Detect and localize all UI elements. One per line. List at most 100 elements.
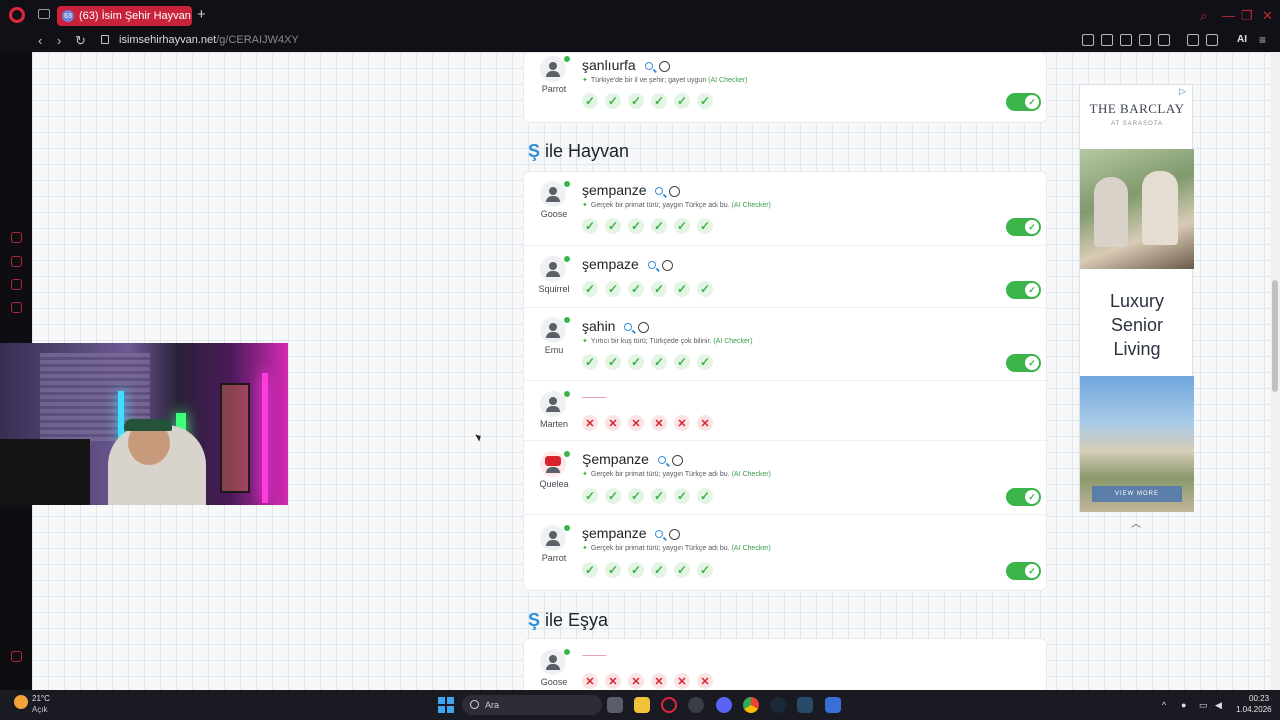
search-icon[interactable] — [655, 530, 664, 539]
answer-text: şahin — [582, 318, 616, 334]
answer-word: Şempanze — [582, 451, 683, 467]
vote-approve-icon: ✓ — [697, 488, 713, 504]
vote-approve-icon: ✓ — [628, 93, 644, 109]
vote-reject-icon: ✕ — [605, 415, 621, 431]
online-indicator — [564, 317, 570, 323]
sidebar-messenger-icon[interactable] — [11, 279, 22, 290]
minimize-icon[interactable]: — — [1222, 8, 1235, 23]
search-icon[interactable]: ⌕ — [1200, 8, 1207, 24]
answer-word: şanlıurfa — [582, 57, 670, 73]
app-icon[interactable] — [825, 697, 841, 713]
microphone-icon[interactable]: ● — [1181, 700, 1186, 710]
ad-cta-button[interactable]: VIEW MORE — [1092, 486, 1182, 502]
emoji-react-icon[interactable] — [658, 60, 670, 72]
discord-icon[interactable] — [716, 697, 732, 713]
url-field[interactable]: isimsehirhayvan.net/g/CERAIJW4XY — [119, 34, 299, 46]
volume-icon[interactable]: ◀ — [1215, 700, 1222, 711]
network-icon[interactable]: ▭ — [1199, 700, 1208, 711]
vote-approve-icon: ✓ — [674, 354, 690, 370]
profile-icon[interactable] — [1187, 34, 1199, 46]
scrollbar-thumb[interactable] — [1272, 280, 1278, 392]
browser-tab-active[interactable]: 63 (63) İsim Şehir Hayvan oyu — [57, 6, 192, 26]
bookmark-icon[interactable] — [1082, 34, 1094, 46]
ai-note-text: Gerçek bir primat türü; yaygın Türkçe ad… — [590, 202, 730, 209]
chevron-up-icon[interactable]: ︿ — [1127, 515, 1145, 530]
emoji-react-icon[interactable] — [638, 321, 650, 333]
new-tab-button[interactable]: + — [197, 6, 206, 23]
sidebar-gx-icon[interactable] — [11, 651, 22, 662]
taskbar-search[interactable] — [462, 695, 602, 715]
reload-icon[interactable]: ↻ — [75, 33, 86, 49]
weather-condition[interactable]: Açık — [32, 705, 48, 714]
approve-toggle[interactable] — [1006, 218, 1041, 236]
sparkle-icon: ✦ — [582, 471, 588, 478]
search-icon[interactable] — [657, 456, 666, 465]
tab-islands-icon[interactable] — [38, 9, 50, 19]
emoji-react-icon[interactable] — [669, 185, 681, 197]
search-icon[interactable] — [624, 323, 633, 332]
steam-app-icon[interactable] — [797, 697, 813, 713]
emoji-react-icon[interactable] — [671, 454, 683, 466]
vote-approve-icon: ✓ — [651, 488, 667, 504]
opera-menu-icon[interactable] — [9, 7, 25, 23]
ai-checker-note: ✦ Türkiye'de bir il ve şehir; gayet uygun… — [582, 76, 747, 84]
player-icon[interactable] — [1139, 34, 1151, 46]
snapshot-icon[interactable] — [1101, 34, 1113, 46]
file-explorer-icon[interactable] — [634, 697, 650, 713]
approve-toggle[interactable] — [1006, 562, 1041, 580]
search-icon[interactable] — [644, 62, 653, 71]
advertisement[interactable]: ▷ THE BARCLAY AT SARASOTA Luxury Senior … — [1079, 84, 1194, 512]
player-avatar — [540, 451, 566, 477]
emoji-react-icon[interactable] — [661, 259, 673, 271]
vote-approve-icon: ✓ — [697, 93, 713, 109]
vote-list: ✓ ✓ ✓ ✓ ✓ ✓ — [582, 281, 713, 297]
player-name: Goose — [540, 209, 568, 219]
answer-word: şempanze — [582, 182, 681, 198]
ad-brand: THE BARCLAY — [1089, 101, 1185, 116]
menu-icon[interactable]: ≡ — [1259, 33, 1266, 47]
online-indicator — [564, 56, 570, 62]
weather-temperature[interactable]: 21°C — [32, 694, 50, 703]
search-icon[interactable] — [647, 261, 656, 270]
answer-row: Parrot şanlıurfa ✦ Türkiye'de bir il ve ş… — [524, 53, 1048, 124]
ai-button[interactable]: AI — [1237, 34, 1247, 45]
search-icon[interactable] — [655, 187, 664, 196]
emoji-react-icon[interactable] — [669, 528, 681, 540]
task-view-icon[interactable] — [607, 697, 623, 713]
sidebar-aria-icon[interactable] — [11, 256, 22, 267]
vpn-icon[interactable] — [1120, 34, 1132, 46]
weather-icon[interactable] — [14, 695, 28, 709]
steam-icon[interactable] — [770, 697, 786, 713]
animal-answers-card: Goose şempanze ✦ Gerçek bir primat türü; … — [523, 171, 1048, 592]
back-icon[interactable]: ‹ — [38, 33, 42, 48]
vote-reject-icon: ✕ — [651, 415, 667, 431]
clock-time[interactable]: 00:23 — [1249, 694, 1269, 703]
opera-gx-icon[interactable] — [661, 697, 677, 713]
vote-approve-icon: ✓ — [605, 562, 621, 578]
ad-choices-icon[interactable]: ▷ — [1179, 86, 1189, 96]
online-indicator — [564, 525, 570, 531]
approve-toggle[interactable] — [1006, 281, 1041, 299]
ai-note-text: Gerçek bir primat türü; yaygın Türkçe ad… — [590, 545, 730, 552]
download-icon[interactable] — [1206, 34, 1218, 46]
vote-approve-icon: ✓ — [697, 218, 713, 234]
heart-icon[interactable] — [1158, 34, 1170, 46]
app-icon[interactable] — [688, 697, 704, 713]
answer-row: Parrot şempanze ✦ Gerçek bir primat türü;… — [524, 514, 1048, 592]
chevron-up-icon[interactable]: ^ — [1162, 700, 1166, 710]
section-title-animal: Ş ile Hayvan — [528, 141, 629, 162]
approve-toggle[interactable] — [1006, 354, 1041, 372]
chrome-icon[interactable] — [743, 697, 759, 713]
sidebar-history-icon[interactable] — [11, 232, 22, 243]
windows-start-icon[interactable] — [438, 697, 454, 713]
approve-toggle[interactable] — [1006, 93, 1041, 111]
clock-date[interactable]: 1.04.2026 — [1236, 705, 1272, 714]
ai-checker-note: ✦ Yırtıcı bir kuş türü; Türkçede çok bili… — [582, 337, 753, 345]
approve-toggle[interactable] — [1006, 488, 1041, 506]
vote-reject-icon: ✕ — [697, 673, 713, 689]
close-icon[interactable]: ✕ — [1262, 8, 1273, 24]
forward-icon[interactable]: › — [57, 33, 61, 48]
online-indicator — [564, 256, 570, 262]
maximize-icon[interactable]: ❐ — [1241, 8, 1253, 24]
sidebar-music-icon[interactable] — [11, 302, 22, 313]
